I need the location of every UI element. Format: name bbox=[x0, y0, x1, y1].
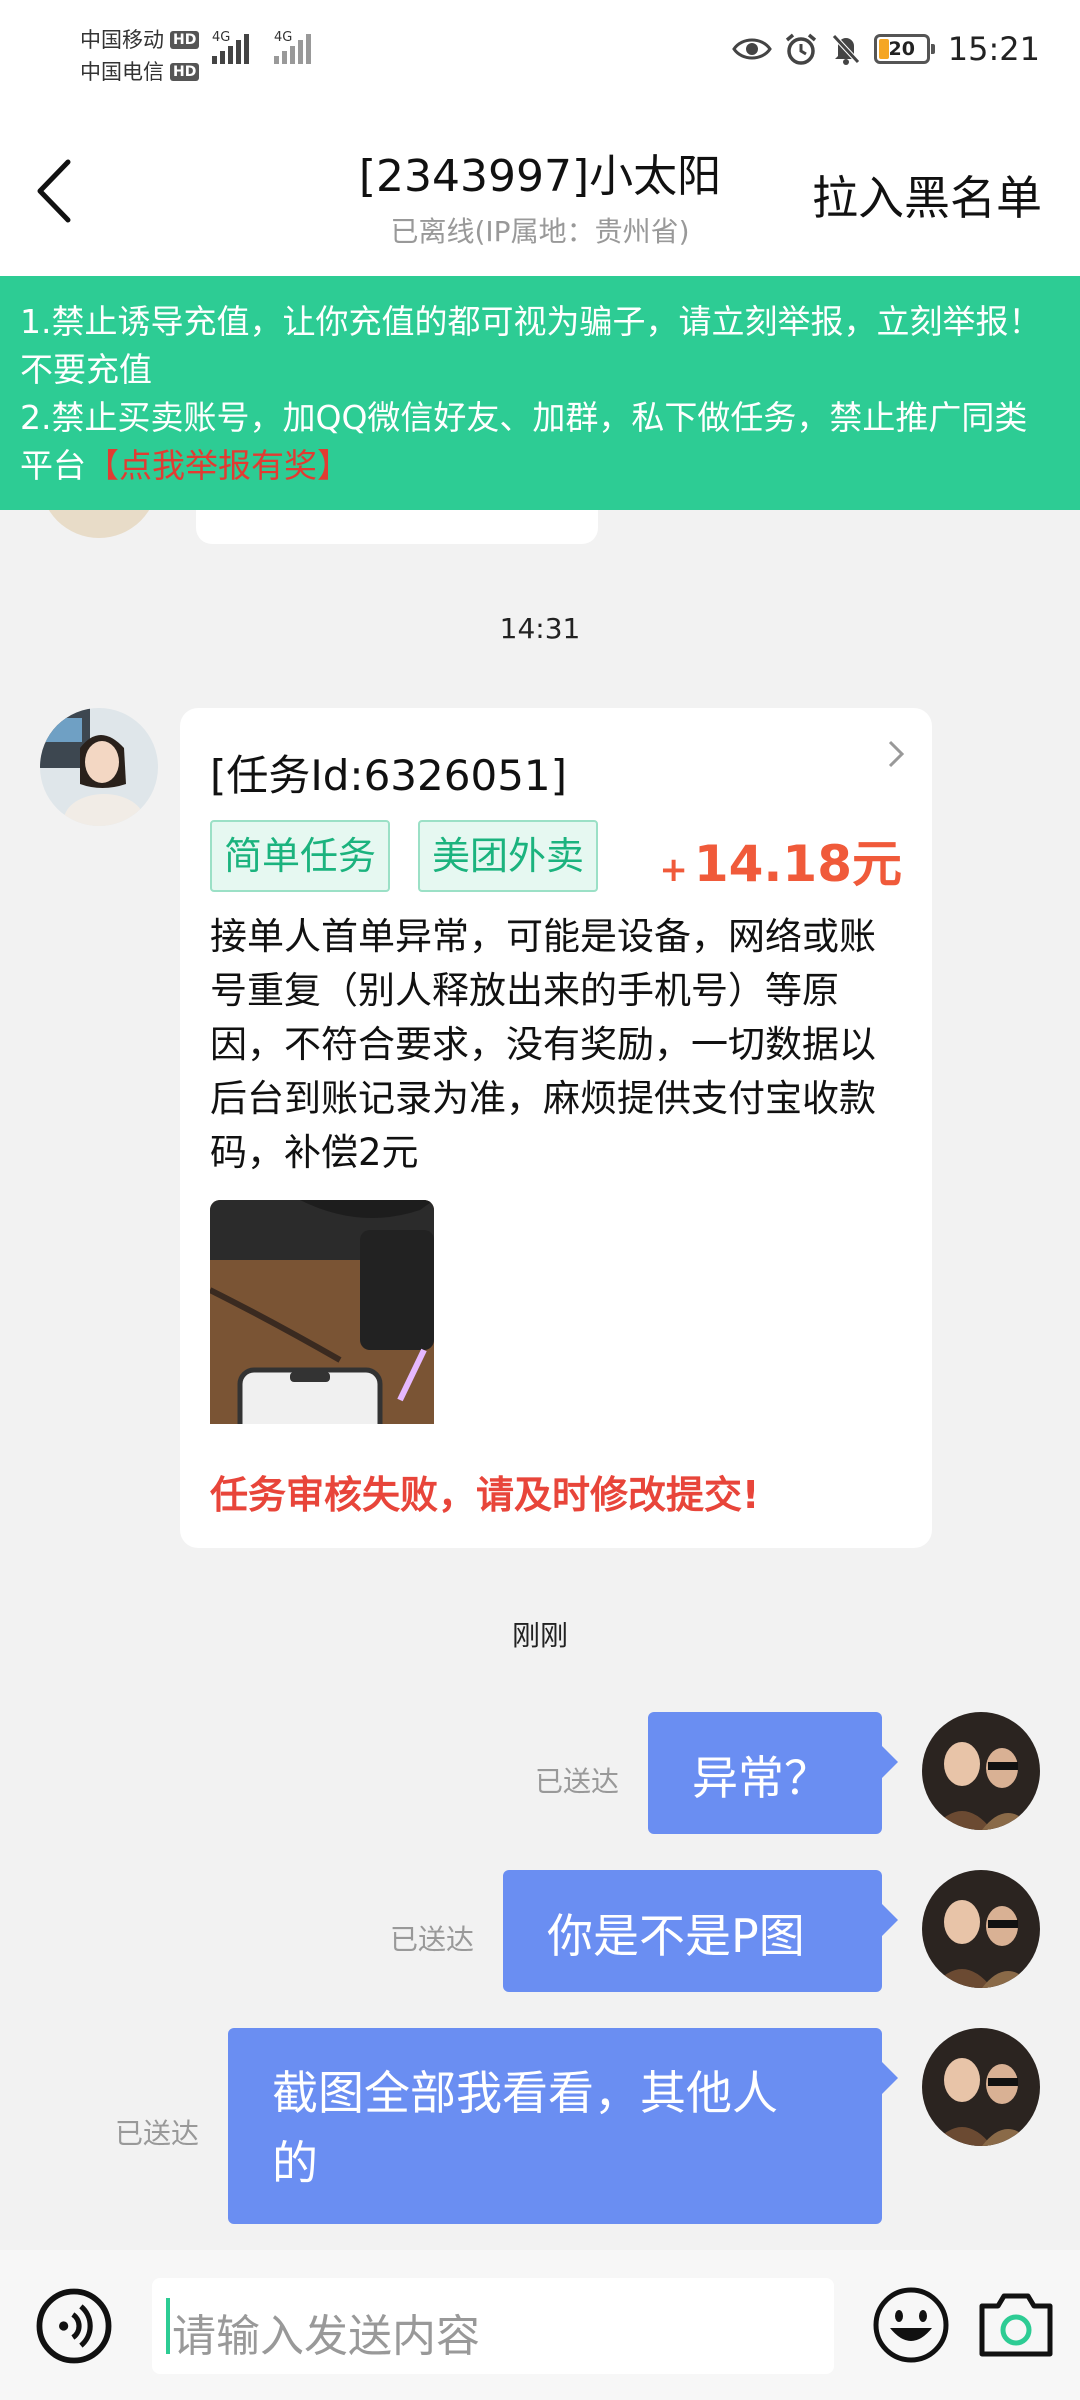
task-tag-type: 简单任务 bbox=[210, 820, 391, 892]
mute-bell-icon bbox=[831, 34, 860, 65]
delivery-status: 已送达 bbox=[115, 2117, 200, 2150]
user-avatar[interactable] bbox=[922, 2028, 1040, 2146]
eye-icon bbox=[731, 38, 772, 60]
signal-icon: 4G bbox=[212, 30, 249, 64]
notice-banner: 1.禁止诱导充值，让你充值的都可视为骗子，请立刻举报，立刻举报！不要充值 2.禁… bbox=[0, 276, 1080, 510]
hd-badge: HD bbox=[170, 63, 200, 81]
status-icons: 20 15:21 bbox=[731, 30, 1040, 68]
task-tag-platform: 美团外卖 bbox=[418, 820, 599, 892]
blacklist-button[interactable]: 拉入黑名单 bbox=[812, 162, 1042, 228]
carrier-2: 中国电信 bbox=[80, 60, 164, 84]
chat-header: [2343997]小太阳 已离线(IP属地：贵州省) 拉入黑名单 bbox=[0, 110, 1080, 276]
report-link[interactable]: 【点我举报有奖】 bbox=[86, 446, 350, 485]
battery-icon: 20 bbox=[873, 34, 935, 64]
task-fail-status: 任务审核失败，请及时修改提交! bbox=[210, 1473, 760, 1517]
hd-badge: HD bbox=[170, 31, 200, 49]
carrier-1: 中国移动 bbox=[80, 28, 164, 52]
message-input[interactable]: 请输入发送内容 bbox=[152, 2278, 834, 2374]
status-bar: 中国移动 HD 中国电信 HD 4G 4G 20 15:21 bbox=[0, 0, 1080, 110]
message-timestamp: 14:31 bbox=[499, 612, 581, 645]
task-price: +14.18元 bbox=[659, 835, 902, 893]
carrier-info: 中国移动 HD 中国电信 HD bbox=[80, 24, 200, 88]
emoji-icon[interactable] bbox=[872, 2286, 950, 2364]
voice-icon[interactable] bbox=[36, 2288, 112, 2364]
sent-message-bubble[interactable]: 异常？ bbox=[648, 1712, 898, 1834]
camera-icon[interactable] bbox=[976, 2288, 1056, 2362]
delivery-status: 已送达 bbox=[535, 1765, 620, 1798]
alarm-icon bbox=[785, 33, 816, 65]
signal-icon: 4G bbox=[274, 30, 311, 64]
task-screenshot-thumbnail[interactable] bbox=[210, 1200, 434, 1424]
task-card[interactable]: [任务Id:6326051] 简单任务 美团外卖 +14.18元 接单人首单异常… bbox=[180, 708, 932, 1548]
message-timestamp: 刚刚 bbox=[511, 1619, 568, 1652]
notice-line-2: 2.禁止买卖账号，加QQ微信好友、加群，私下做任务，禁止推广同类平台【点我举报有… bbox=[20, 398, 1028, 485]
text-caret bbox=[166, 2298, 170, 2354]
user-avatar[interactable] bbox=[922, 1712, 1040, 1830]
delivery-status: 已送达 bbox=[390, 1923, 475, 1956]
sent-message-bubble[interactable]: 截图全部我看看，其他人的 bbox=[228, 2028, 898, 2224]
input-bar: 请输入发送内容 bbox=[0, 2250, 1080, 2400]
sent-message-bubble[interactable]: 你是不是P图 bbox=[503, 1870, 898, 1992]
clock: 15:21 bbox=[947, 30, 1040, 68]
task-description: 接单人首单异常，可能是设备，网络或账号重复（别人释放出来的手机号）等原因，不符合… bbox=[210, 915, 876, 1174]
notice-line-1: 1.禁止诱导充值，让你充值的都可视为骗子，请立刻举报，立刻举报！不要充值 bbox=[20, 302, 1042, 389]
message-input-placeholder: 请输入发送内容 bbox=[172, 2311, 480, 2362]
chevron-right-icon bbox=[888, 740, 905, 768]
task-id: [任务Id:6326051] bbox=[210, 751, 568, 800]
contact-avatar[interactable] bbox=[40, 708, 158, 826]
user-avatar[interactable] bbox=[922, 1870, 1040, 1988]
